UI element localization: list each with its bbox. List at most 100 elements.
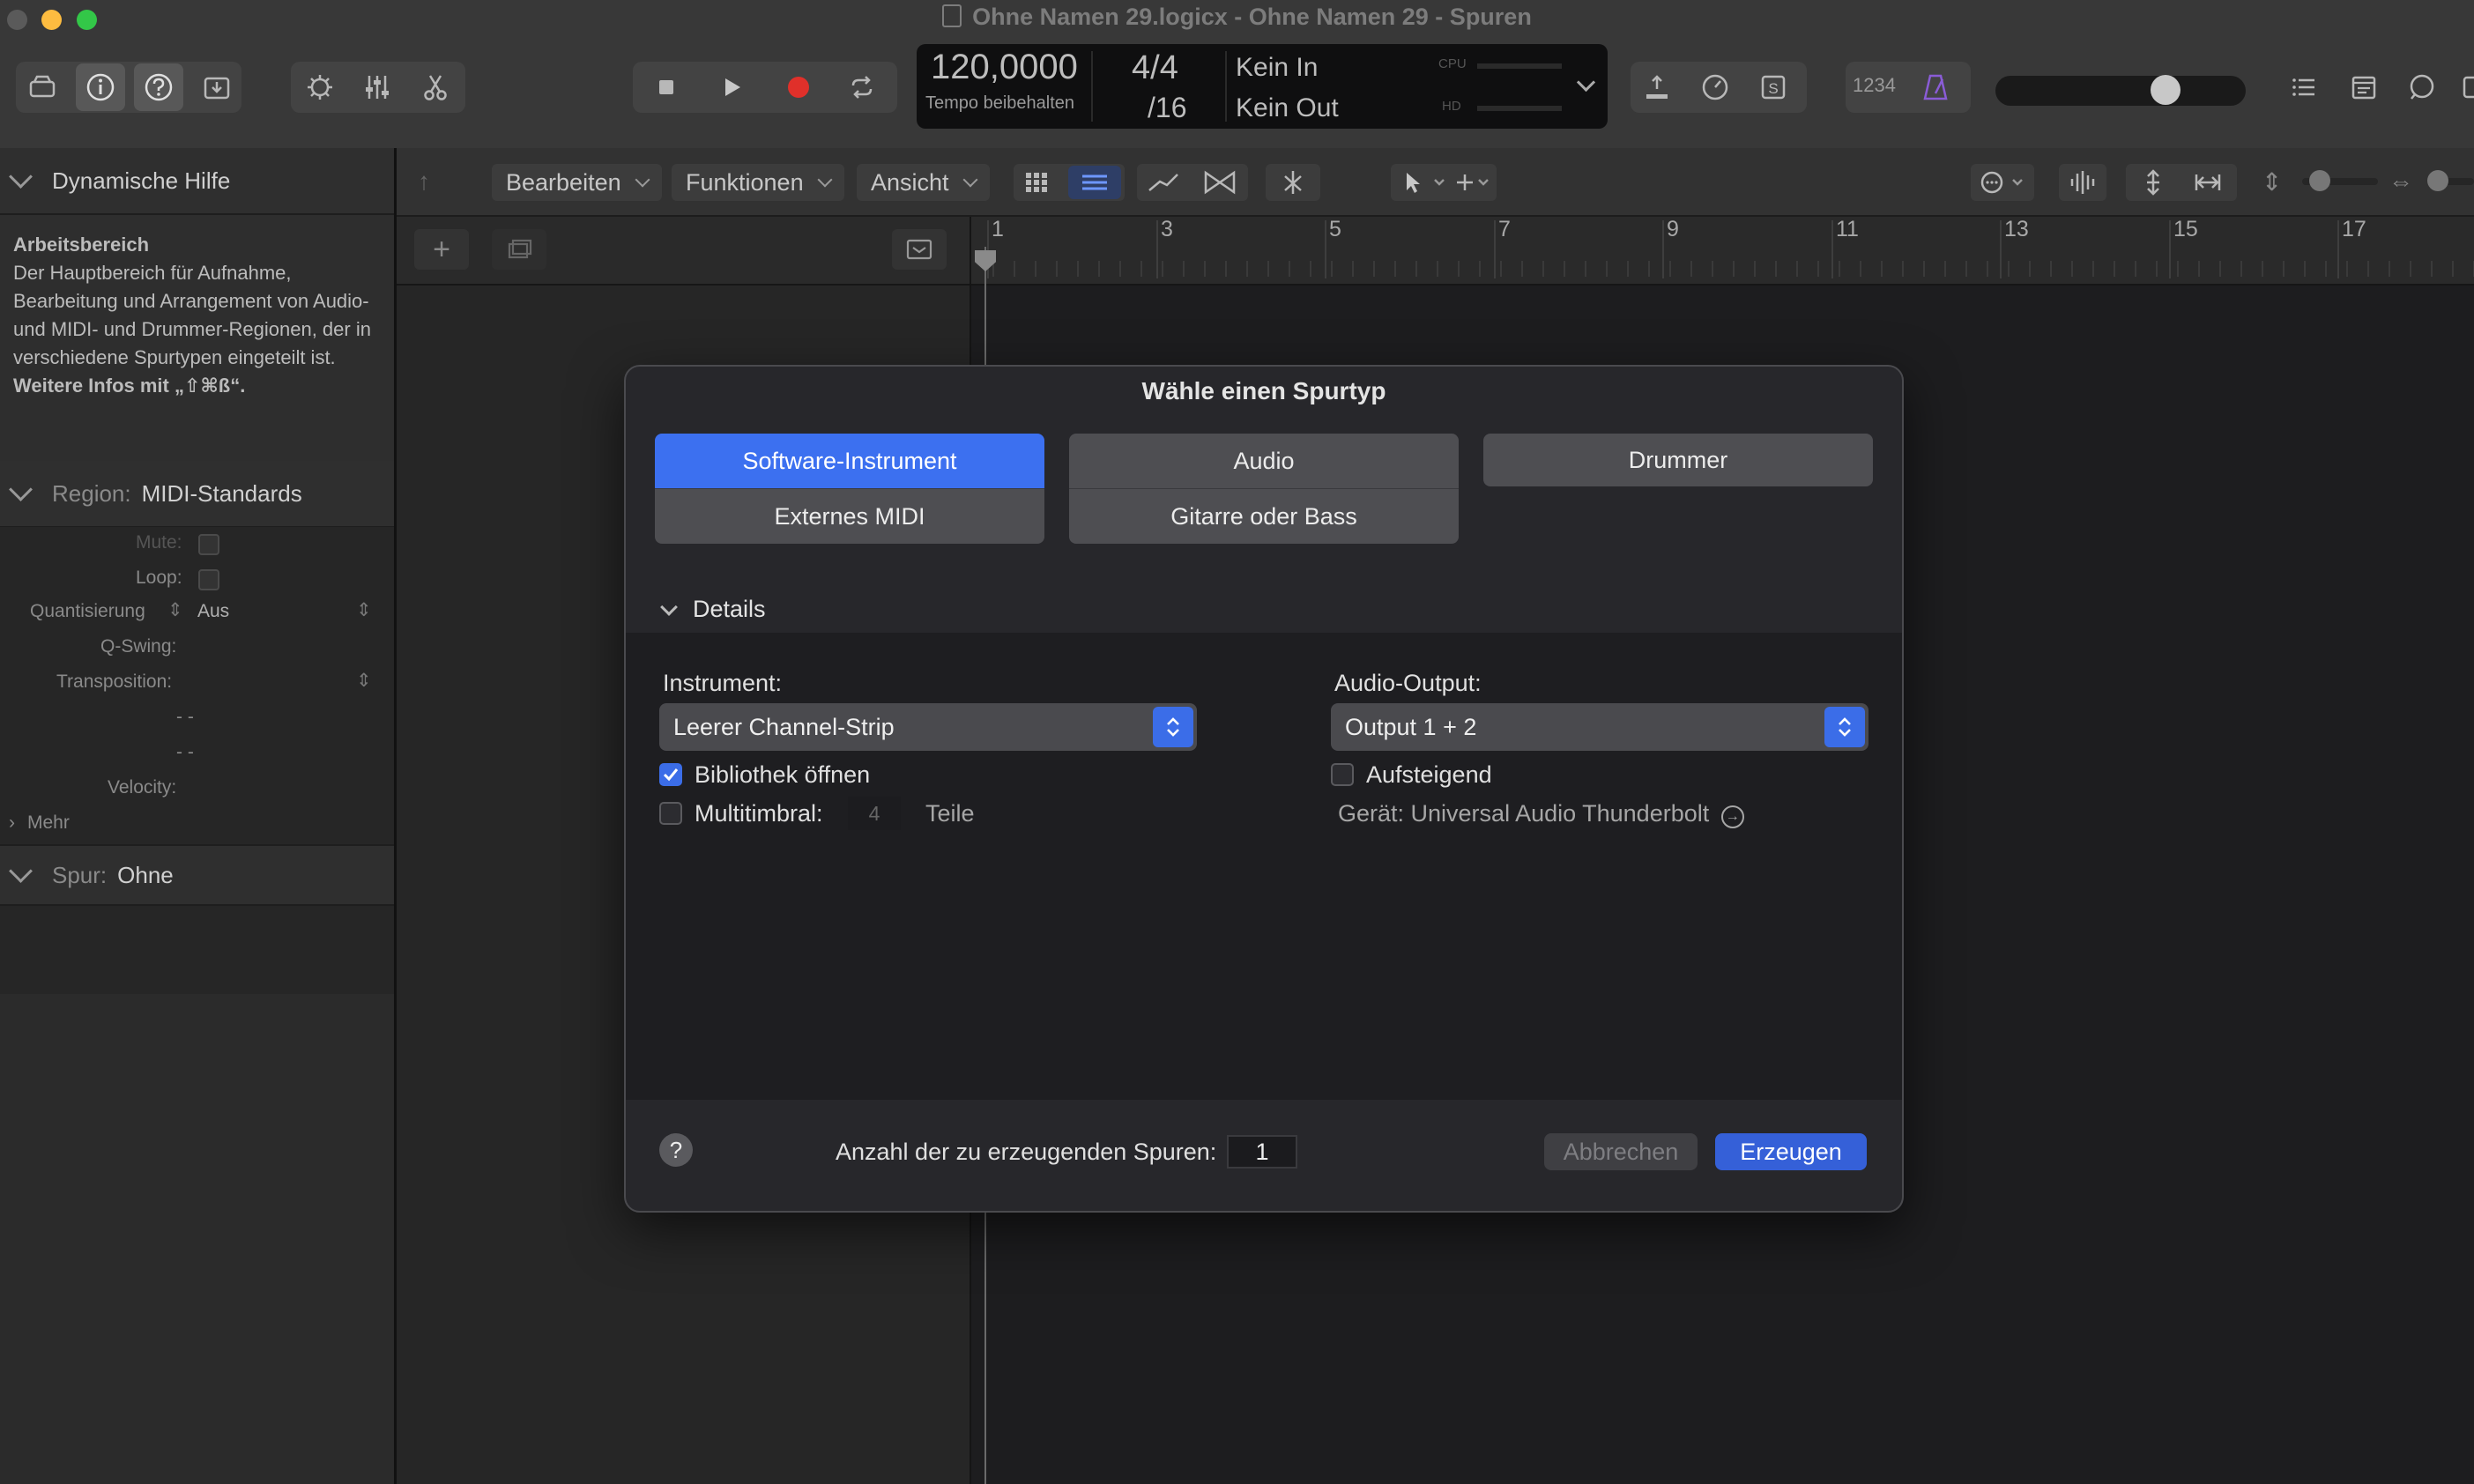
time-signature[interactable]: 4/4 <box>1132 49 1178 87</box>
inspector-button[interactable] <box>76 63 125 111</box>
create-button[interactable]: Erzeugen <box>1715 1133 1867 1170</box>
multitimbral-label[interactable]: Multitimbral: <box>695 800 823 827</box>
popup-stepper-icon <box>1153 707 1193 747</box>
track-section-header[interactable]: Spur: Ohne <box>0 844 394 906</box>
ruler-bar-number: 3 <box>1161 217 1173 241</box>
ruler-tick <box>1987 261 1988 277</box>
more-disclosure[interactable]: › Mehr <box>9 812 70 834</box>
editors-button[interactable] <box>411 63 460 111</box>
go-up-icon[interactable]: ↑ <box>418 167 430 196</box>
details-disclosure[interactable]: Details <box>660 596 766 623</box>
ruler-tick <box>1098 261 1100 277</box>
view-menu[interactable]: Ansicht <box>857 164 990 201</box>
snap-menu[interactable] <box>1971 164 2034 201</box>
type-audio[interactable]: Audio <box>1069 434 1459 488</box>
bar-ruler[interactable] <box>971 217 2474 286</box>
parts-field[interactable]: 4 <box>848 797 901 830</box>
solo-button[interactable]: S <box>1749 63 1798 111</box>
region-section-header[interactable]: Region: MIDI-Standards <box>0 461 394 528</box>
loop-checkbox[interactable] <box>198 569 219 590</box>
audio-output-label: Audio-Output: <box>1334 670 1482 696</box>
tempo-value[interactable]: 120,0000 <box>931 48 1078 87</box>
transpose-stepper-icon[interactable]: ⇕ <box>356 670 372 692</box>
global-tracks-button[interactable] <box>892 229 947 270</box>
loop-browser-button[interactable] <box>2397 63 2447 111</box>
help-button[interactable]: ? <box>659 1133 693 1167</box>
chevron-down-icon <box>9 164 33 189</box>
ascending-label[interactable]: Aufsteigend <box>1366 761 1492 789</box>
library-button[interactable] <box>18 63 67 111</box>
type-guitar-bass[interactable]: Gitarre oder Bass <box>1069 488 1459 544</box>
cycle-icon <box>851 76 873 99</box>
master-volume-knob[interactable] <box>2151 75 2181 105</box>
waveform-zoom-button[interactable] <box>2059 164 2106 201</box>
type-software-instrument[interactable]: Software-Instrument <box>655 434 1044 488</box>
region-name[interactable]: MIDI-Standards <box>142 480 302 508</box>
track-name[interactable]: Ohne <box>117 862 174 889</box>
help-section-header[interactable]: Dynamische Hilfe <box>0 148 394 215</box>
tuner-button[interactable] <box>1690 63 1740 111</box>
catch-button[interactable] <box>1266 164 1320 201</box>
left-tool-menu[interactable] <box>1391 164 1497 201</box>
details-label: Details <box>693 596 766 622</box>
library-label[interactable]: Bibliothek öffnen <box>695 761 870 789</box>
horizontal-zoom-knob[interactable] <box>2427 170 2448 191</box>
instrument-popup[interactable]: Leerer Channel-Strip <box>659 703 1197 751</box>
play-button[interactable] <box>707 63 756 111</box>
automation-icon[interactable] <box>1146 169 1181 200</box>
grid-view-icon[interactable] <box>1024 171 1049 194</box>
functions-menu[interactable]: Funktionen <box>672 164 844 201</box>
audio-output-popup[interactable]: Output 1 + 2 <box>1331 703 1869 751</box>
library-checkbox[interactable] <box>659 763 682 786</box>
quantize-value[interactable]: Aus <box>197 601 229 622</box>
tempo-mode[interactable]: Tempo beibehalten <box>925 93 1074 114</box>
arrow-circle-icon[interactable]: → <box>1720 805 1744 828</box>
cycle-button[interactable] <box>837 63 887 111</box>
lcd-menu-chevron-icon[interactable] <box>1576 72 1596 93</box>
mute-checkbox[interactable] <box>198 534 219 555</box>
inspector-panel: Dynamische Hilfe Arbeitsbereich Der Haup… <box>0 148 397 1484</box>
notepad-button[interactable] <box>2339 63 2389 111</box>
add-track-button[interactable]: + <box>414 229 469 270</box>
edit-menu[interactable]: Bearbeiten <box>492 164 662 201</box>
help-more-link[interactable]: Weitere Infos mit „⇧⌘ß“. <box>13 372 383 400</box>
ruler-tick <box>1585 261 1586 277</box>
zoom-fit-group[interactable] <box>2126 164 2237 201</box>
list-editors-button[interactable] <box>2279 63 2329 111</box>
tray-download-icon <box>204 77 230 100</box>
ascending-checkbox[interactable] <box>1331 763 1354 786</box>
quick-help-button[interactable] <box>134 63 183 111</box>
type-external-midi[interactable]: Externes MIDI <box>655 488 1044 544</box>
master-volume-slider[interactable] <box>1995 76 2246 106</box>
cancel-button[interactable]: Abbrechen <box>1544 1133 1698 1170</box>
duplicate-track-button[interactable] <box>492 229 546 270</box>
chevron-down-icon <box>9 477 33 501</box>
lcd-display[interactable]: 120,0000 Tempo beibehalten 4/4 /16 Kein … <box>917 44 1608 129</box>
question-icon <box>145 73 173 101</box>
flex-icon[interactable] <box>1202 169 1237 200</box>
ruler-tick <box>2135 261 2136 277</box>
division[interactable]: /16 <box>1148 92 1186 124</box>
tracks-view-button[interactable] <box>1068 166 1121 199</box>
ruler-bar-number: 15 <box>2173 217 2198 241</box>
new-track-dialog: Wähle einen Spurtyp Software-Instrument … <box>624 365 1904 1213</box>
metronome-button[interactable] <box>1911 63 1960 111</box>
quantize-stepper-icon[interactable]: ⇕ <box>167 599 183 621</box>
track-count-field[interactable]: 1 <box>1227 1135 1297 1169</box>
mixer-button[interactable] <box>353 63 402 111</box>
vertical-zoom-knob[interactable] <box>2309 170 2330 191</box>
smart-controls-button[interactable] <box>295 63 345 111</box>
type-drummer[interactable]: Drummer <box>1483 434 1873 486</box>
replace-mode-button[interactable] <box>1632 63 1682 111</box>
velocity-label: Velocity: <box>108 777 177 798</box>
browser-button[interactable] <box>2452 63 2474 111</box>
count-in-button[interactable]: 1234 <box>1853 74 1896 97</box>
quantize-popup-icon[interactable]: ⇕ <box>356 599 372 621</box>
multitimbral-checkbox[interactable] <box>659 802 682 825</box>
ruler-tick <box>1627 261 1629 277</box>
scissors-icon <box>424 75 447 100</box>
toolbar-toggle-button[interactable] <box>192 63 241 111</box>
edit-menu-label: Bearbeiten <box>506 168 621 196</box>
record-button[interactable] <box>774 63 823 111</box>
stop-button[interactable] <box>642 63 691 111</box>
